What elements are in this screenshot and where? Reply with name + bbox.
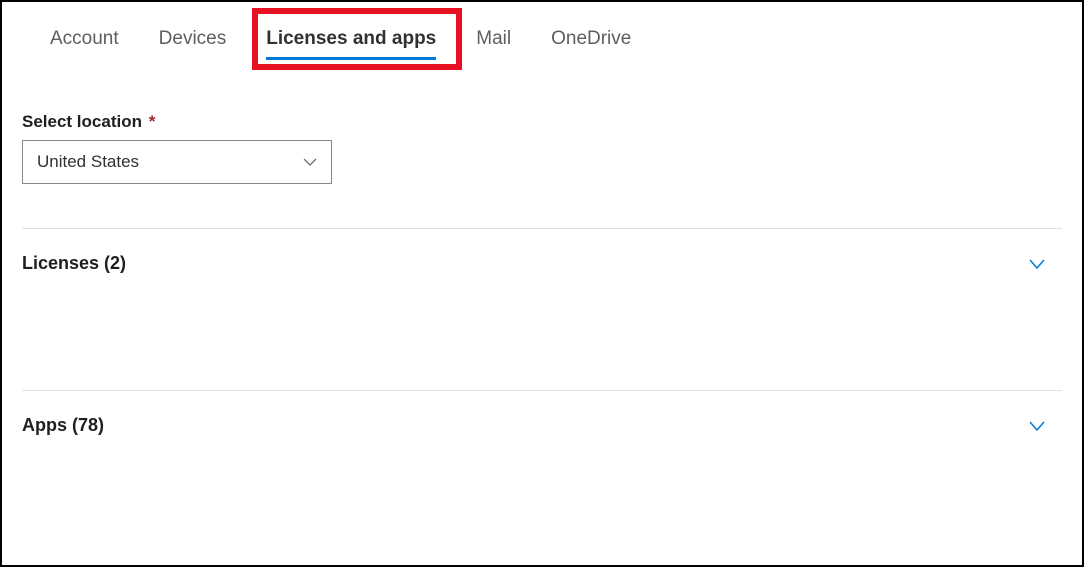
content-area: Select location * United States Licenses… — [2, 64, 1082, 460]
tab-onedrive[interactable]: OneDrive — [531, 20, 651, 64]
chevron-down-icon — [303, 155, 317, 169]
tab-account[interactable]: Account — [30, 20, 139, 64]
tab-mail[interactable]: Mail — [456, 20, 531, 64]
location-value: United States — [37, 152, 139, 172]
required-marker: * — [149, 112, 156, 131]
apps-section[interactable]: Apps (78) — [22, 391, 1062, 460]
apps-title: Apps (78) — [22, 415, 104, 436]
location-dropdown[interactable]: United States — [22, 140, 332, 184]
location-label-text: Select location — [22, 112, 142, 131]
tab-licenses-and-apps[interactable]: Licenses and apps — [246, 20, 456, 64]
chevron-down-icon — [1028, 417, 1046, 435]
tab-list: Account Devices Licenses and apps Mail O… — [2, 2, 1082, 64]
panel-frame: Account Devices Licenses and apps Mail O… — [0, 0, 1084, 567]
licenses-title: Licenses (2) — [22, 253, 126, 274]
licenses-section[interactable]: Licenses (2) — [22, 229, 1062, 298]
spacer — [22, 298, 1062, 346]
chevron-down-icon — [1028, 255, 1046, 273]
location-label: Select location * — [22, 112, 1062, 132]
tab-devices[interactable]: Devices — [139, 20, 247, 64]
